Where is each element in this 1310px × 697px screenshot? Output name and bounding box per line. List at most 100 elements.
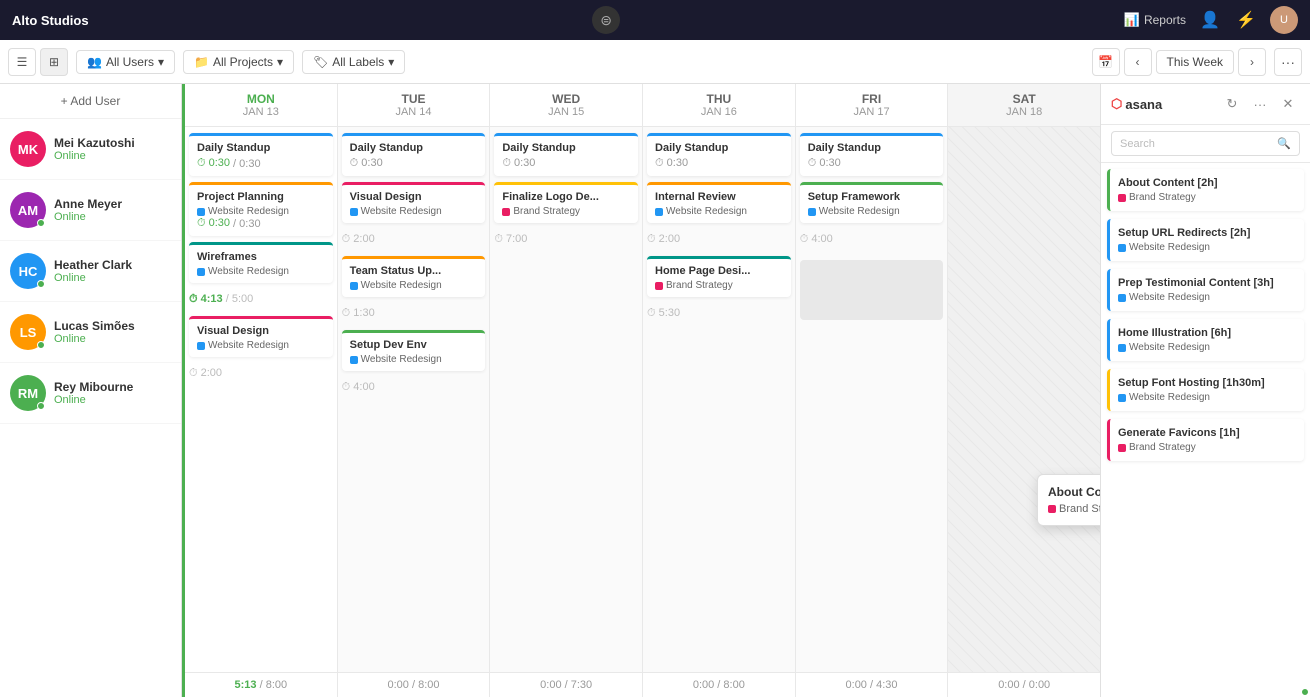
project-dot xyxy=(197,342,205,350)
user-name: Anne Meyer xyxy=(54,197,171,211)
center-icon[interactable]: ⊜ xyxy=(592,6,620,34)
projects-chevron-icon: ▾ xyxy=(277,55,283,69)
asana-task-title: Home Illustration [6h] xyxy=(1118,327,1296,339)
time-spacer: ⏱ 2:00 xyxy=(342,229,486,250)
project-name: Website Redesign xyxy=(1129,342,1210,353)
user-item[interactable]: LS Lucas Simões Online xyxy=(0,302,181,363)
user-item[interactable]: RM Rey Mibourne Online xyxy=(0,363,181,424)
asana-task-item[interactable]: Home Illustration [6h] Website Redesign xyxy=(1107,319,1304,361)
time-spacer: ⏱ 4:00 xyxy=(800,229,944,250)
asana-logo-text: asana xyxy=(1125,97,1162,112)
task-card[interactable]: Daily Standup ⏱ 0:30 xyxy=(800,133,944,176)
asana-task-item[interactable]: Generate Favicons [1h] Brand Strategy xyxy=(1107,419,1304,461)
task-card[interactable]: Daily Standup ⏱ 0:30 / 0:30 xyxy=(189,133,333,176)
day-col-mon: MON JAN 13 Daily Standup ⏱ 0:30 / 0:30 P… xyxy=(182,84,338,697)
project-dot xyxy=(502,208,510,216)
tooltip-project-dot xyxy=(1048,505,1056,513)
more-options-btn[interactable]: ··· xyxy=(1274,48,1302,76)
task-card[interactable]: Home Page Desi... Brand Strategy xyxy=(647,256,791,297)
list-view-btn[interactable]: ☰ xyxy=(8,48,36,76)
day-footer-thu: 0:00 / 8:00 xyxy=(643,672,795,697)
asana-task-item[interactable]: Setup URL Redirects [2h] Website Redesig… xyxy=(1107,219,1304,261)
next-week-btn[interactable]: › xyxy=(1238,48,1266,76)
task-card[interactable]: Project Planning Website Redesign ⏱ 0:30… xyxy=(189,182,333,236)
day-header-wed: WED JAN 15 xyxy=(490,84,642,127)
user-name: Mei Kazutoshi xyxy=(54,136,171,150)
day-name-wed: WED xyxy=(494,92,638,106)
task-card[interactable]: Internal Review Website Redesign xyxy=(647,182,791,223)
task-time: ⏱ 0:30 / 0:30 xyxy=(197,217,325,230)
user-avatar-nav[interactable]: U xyxy=(1270,6,1298,34)
task-project: Website Redesign xyxy=(197,206,325,217)
task-card[interactable]: Wireframes Website Redesign xyxy=(189,242,333,283)
user-list: MK Mei Kazutoshi Online AM Anne Meyer On… xyxy=(0,119,181,697)
grid-view-btn[interactable]: ⊞ xyxy=(40,48,68,76)
person-icon-btn[interactable]: 👤 xyxy=(1198,8,1222,32)
asana-panel: ⬡ asana ↻ ··· ✕ Search 🔍 About Content [… xyxy=(1100,84,1310,697)
asana-logo: ⬡ asana xyxy=(1111,96,1162,112)
project-name: Website Redesign xyxy=(208,340,289,351)
user-name: Heather Clark xyxy=(54,258,171,272)
task-title: Daily Standup xyxy=(808,142,936,154)
asana-task-item[interactable]: Prep Testimonial Content [3h] Website Re… xyxy=(1107,269,1304,311)
asana-close-btn[interactable]: ✕ xyxy=(1276,92,1300,116)
user-item[interactable]: MK Mei Kazutoshi Online xyxy=(0,119,181,180)
user-item[interactable]: HC Heather Clark Online xyxy=(0,241,181,302)
asana-task-project: Website Redesign xyxy=(1118,342,1296,353)
task-project: Website Redesign xyxy=(350,354,478,365)
logged-time: 5:13 xyxy=(235,679,257,691)
day-body-thu: Daily Standup ⏱ 0:30 Internal Review Web… xyxy=(643,127,795,672)
user-info: Lucas Simões Online xyxy=(54,319,171,345)
users-icon: 👥 xyxy=(87,55,102,69)
day-footer-fri: 0:00 / 4:30 xyxy=(796,672,948,697)
day-col-thu: THU JAN 16 Daily Standup ⏱ 0:30 Internal… xyxy=(643,84,796,697)
asana-task-project: Website Redesign xyxy=(1118,242,1296,253)
day-name-sat: SAT xyxy=(952,92,1096,106)
all-projects-filter[interactable]: 📁 All Projects ▾ xyxy=(183,50,294,74)
task-card[interactable]: Visual Design Website Redesign xyxy=(189,316,333,357)
day-name-fri: FRI xyxy=(800,92,944,106)
calendar-grid: MON JAN 13 Daily Standup ⏱ 0:30 / 0:30 P… xyxy=(182,84,1100,697)
task-card[interactable]: Daily Standup ⏱ 0:30 xyxy=(342,133,486,176)
add-user-button[interactable]: + Add User xyxy=(0,84,181,119)
asana-task-item[interactable]: About Content [2h] Brand Strategy xyxy=(1107,169,1304,211)
day-col-sat: SAT JAN 18 0:00 / 0:00 xyxy=(948,84,1100,697)
main-layout: + Add User MK Mei Kazutoshi Online AM An… xyxy=(0,84,1310,697)
asana-task-item[interactable]: Setup Font Hosting [1h30m] Website Redes… xyxy=(1107,369,1304,411)
prev-week-btn[interactable]: ‹ xyxy=(1124,48,1152,76)
user-item[interactable]: AM Anne Meyer Online xyxy=(0,180,181,241)
all-labels-filter[interactable]: 🏷 All Labels ▾ xyxy=(302,50,405,74)
asana-refresh-btn[interactable]: ↻ xyxy=(1220,92,1244,116)
project-dot xyxy=(350,208,358,216)
sidebar: + Add User MK Mei Kazutoshi Online AM An… xyxy=(0,84,182,697)
task-card[interactable]: Finalize Logo De... Brand Strategy xyxy=(494,182,638,223)
task-card[interactable]: Daily Standup ⏱ 0:30 xyxy=(647,133,791,176)
asana-task-title: Setup URL Redirects [2h] xyxy=(1118,227,1296,239)
search-input[interactable]: Search 🔍 xyxy=(1111,131,1300,156)
reports-button[interactable]: 📊 Reports xyxy=(1124,12,1186,28)
task-time: ⏱ 0:30 xyxy=(502,157,630,170)
task-card[interactable]: Setup Dev Env Website Redesign xyxy=(342,330,486,371)
calendar-icon-btn[interactable]: 📅 xyxy=(1092,48,1120,76)
task-project: Website Redesign xyxy=(350,206,478,217)
time-logged: ⏱ 0:30 xyxy=(197,157,230,170)
bolt-icon-btn[interactable]: ⚡ xyxy=(1234,8,1258,32)
day-col-tue: TUE JAN 14 Daily Standup ⏱ 0:30 Visual D… xyxy=(338,84,491,697)
task-card[interactable]: Daily Standup ⏱ 0:30 xyxy=(494,133,638,176)
task-project: Website Redesign xyxy=(655,206,783,217)
all-users-filter[interactable]: 👥 All Users ▾ xyxy=(76,50,175,74)
user-status: Online xyxy=(54,272,171,284)
asana-more-btn[interactable]: ··· xyxy=(1248,92,1272,116)
task-card[interactable]: Setup Framework Website Redesign xyxy=(800,182,944,223)
task-title: Home Page Desi... xyxy=(655,265,783,277)
task-time: ⏱ 0:30 xyxy=(350,157,478,170)
asana-task-project: Brand Strategy xyxy=(1118,442,1296,453)
calendar-area: MON JAN 13 Daily Standup ⏱ 0:30 / 0:30 P… xyxy=(182,84,1100,697)
task-card[interactable]: Team Status Up... Website Redesign xyxy=(342,256,486,297)
task-project: Brand Strategy xyxy=(655,280,783,291)
asana-task-project: Website Redesign xyxy=(1118,292,1296,303)
project-name: Website Redesign xyxy=(208,206,289,217)
task-card[interactable]: Visual Design Website Redesign xyxy=(342,182,486,223)
day-footer-wed: 0:00 / 7:30 xyxy=(490,672,642,697)
day-footer-sat: 0:00 / 0:00 xyxy=(948,672,1100,697)
